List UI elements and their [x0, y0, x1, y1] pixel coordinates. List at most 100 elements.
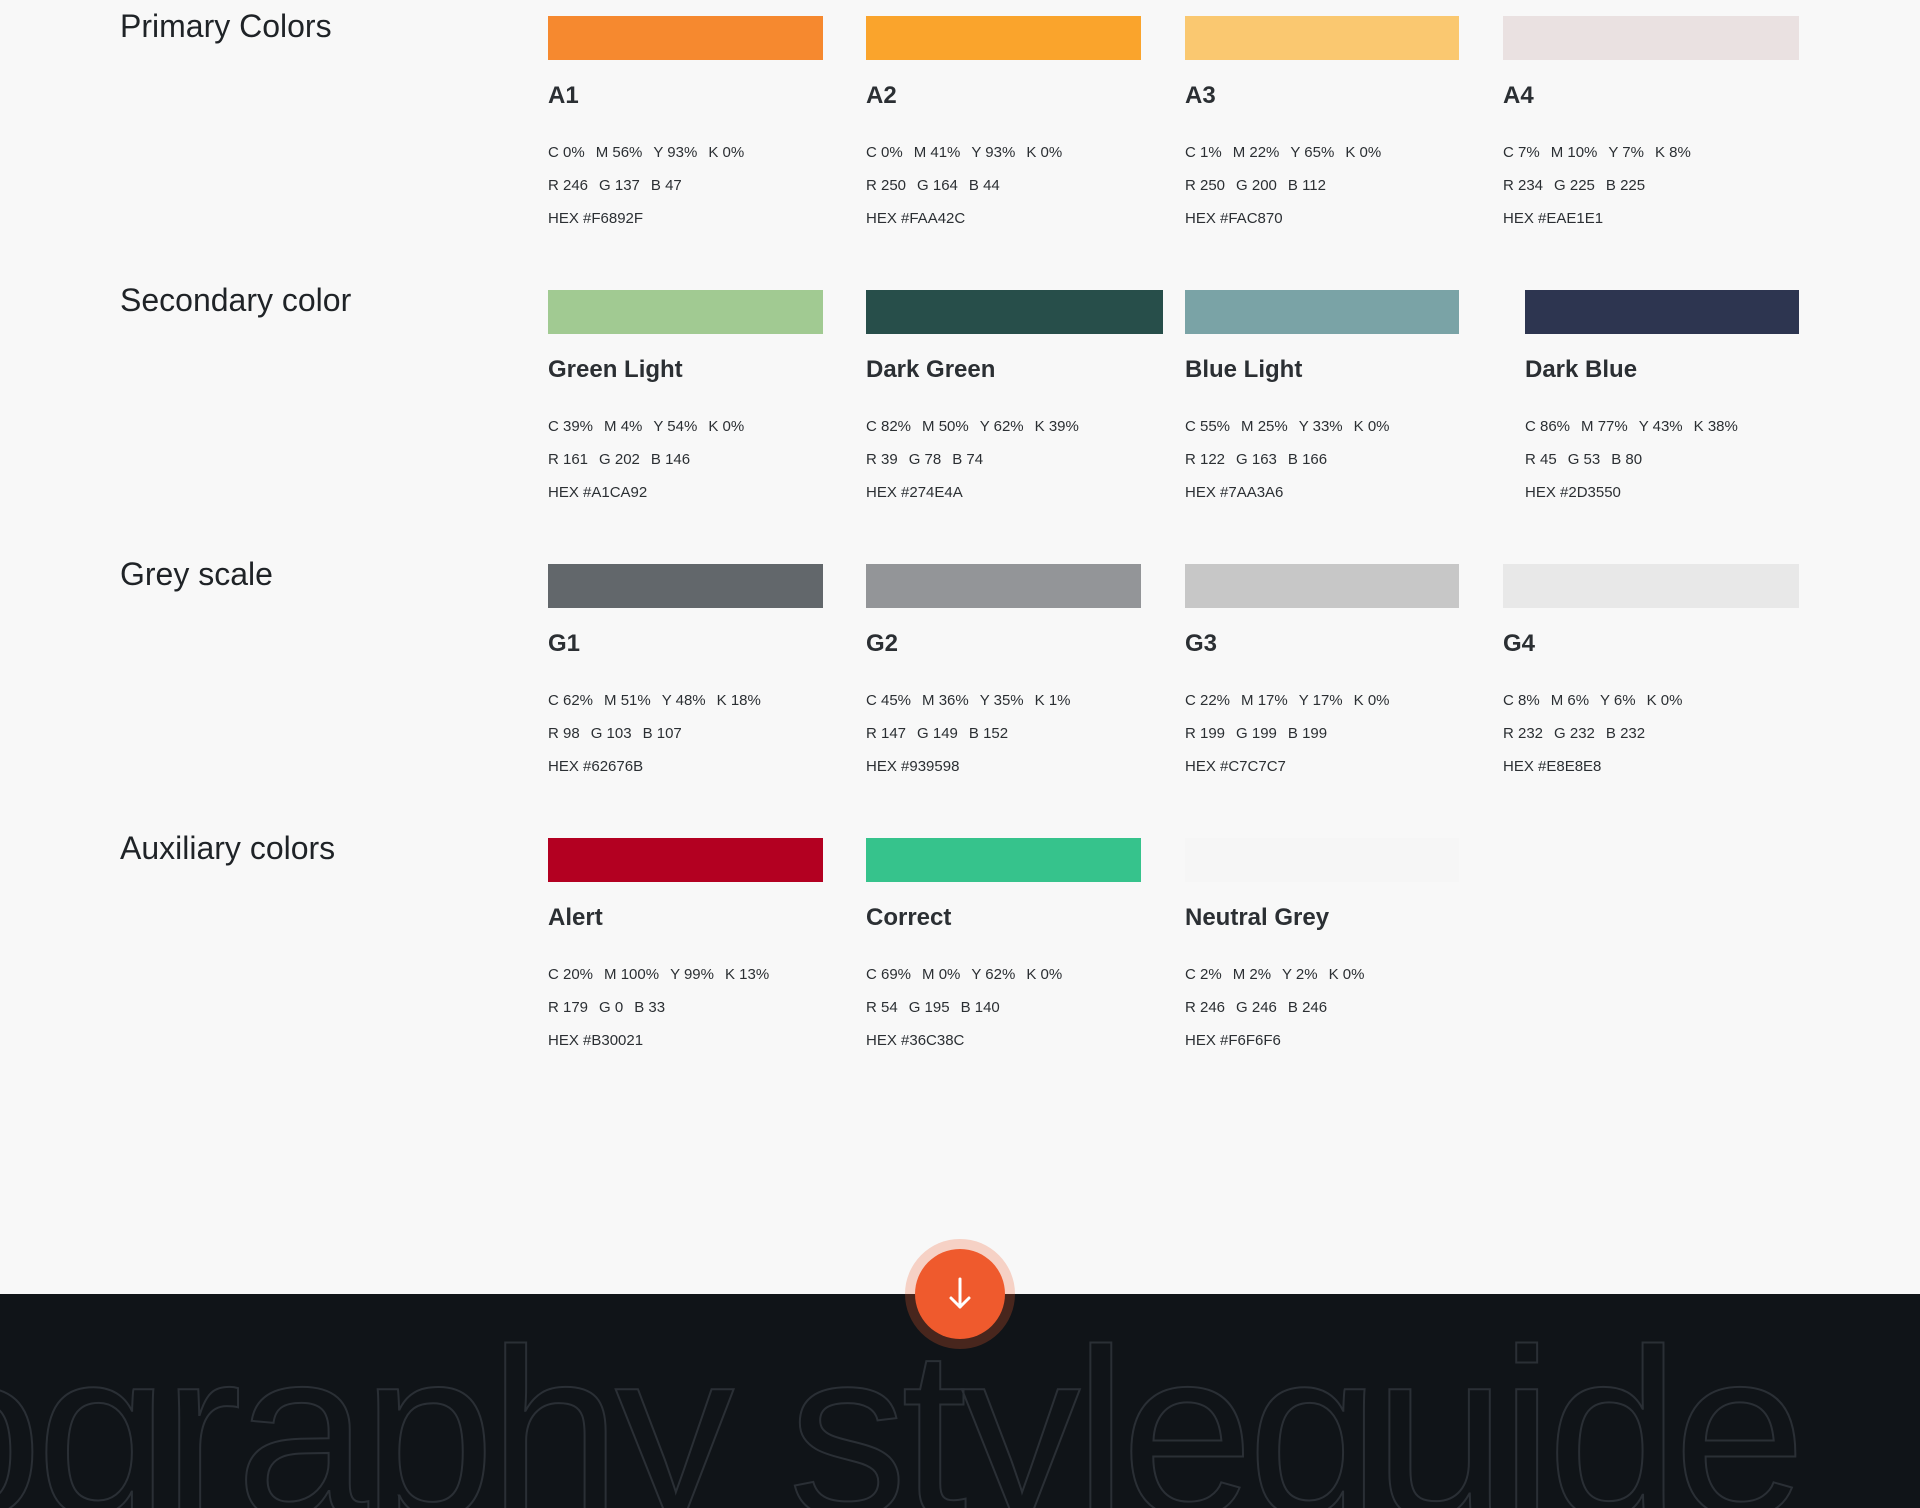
rgb-r: R 39	[866, 451, 898, 468]
rgb-b: B 107	[642, 725, 682, 742]
cmyk-y: Y 33%	[1298, 418, 1343, 435]
cmyk-y: Y 99%	[670, 966, 714, 983]
cmyk-k: K 0%	[1345, 144, 1382, 161]
scroll-down-button[interactable]	[915, 1249, 1005, 1339]
cmyk-c: C 7%	[1503, 144, 1540, 161]
cmyk-values: C 20% M 100% Y 99% K 13%	[548, 966, 780, 983]
palette-section: Primary Colors A1 C 0% M 56% Y 93% K 0% R 246 G…	[0, 0, 1920, 260]
rgb-r: R 45	[1525, 451, 1557, 468]
rgb-values: R 98 G 103 B 107	[548, 725, 693, 742]
rgb-g: G 53	[1567, 451, 1601, 468]
cmyk-values: C 82% M 50% Y 62% K 39%	[866, 418, 1090, 435]
color-swatch	[866, 290, 1163, 334]
hex-value: HEX #FAC870	[1185, 210, 1283, 227]
rgb-values: R 250 G 164 B 44	[866, 177, 1011, 194]
cmyk-k: K 18%	[716, 692, 761, 709]
cmyk-c: C 2%	[1185, 966, 1222, 983]
cmyk-values: C 69% M 0% Y 62% K 0%	[866, 966, 1073, 983]
color-swatch	[548, 16, 823, 60]
cmyk-m: M 41%	[913, 144, 961, 161]
rgb-r: R 147	[866, 725, 907, 742]
cmyk-m: M 77%	[1581, 418, 1628, 435]
color-swatch	[1525, 290, 1799, 334]
cmyk-c: C 45%	[866, 692, 912, 709]
color-card: Blue Light C 55% M 25% Y 33% K 0% R 122 G 163 B…	[1185, 290, 1459, 501]
swatch-name: Green Light	[548, 356, 683, 383]
rgb-values: R 39 G 78 B 74	[866, 451, 994, 468]
color-swatch	[1185, 16, 1459, 60]
cmyk-c: C 0%	[866, 144, 903, 161]
swatch-name: Alert	[548, 904, 603, 931]
color-swatch	[1185, 290, 1459, 334]
cmyk-m: M 51%	[604, 692, 651, 709]
rgb-b: B 112	[1287, 177, 1326, 194]
rgb-values: R 234 G 225 B 225	[1503, 177, 1656, 194]
rgb-values: R 161 G 202 B 146	[548, 451, 701, 468]
cmyk-values: C 0% M 56% Y 93% K 0%	[548, 144, 755, 161]
rgb-g: G 137	[599, 177, 640, 194]
hex-value: HEX #939598	[866, 758, 960, 775]
cmyk-values: C 1% M 22% Y 65% K 0%	[1185, 144, 1392, 161]
hex-value: HEX #F6F6F6	[1185, 1032, 1281, 1049]
cmyk-c: C 82%	[866, 418, 912, 435]
rgb-r: R 98	[548, 725, 580, 742]
rgb-values: R 45 G 53 B 80	[1525, 451, 1653, 468]
cmyk-y: Y 93%	[971, 144, 1016, 161]
color-card: A4 C 7% M 10% Y 7% K 8% R 234 G 225 B 225 HEX #E…	[1503, 16, 1799, 227]
cmyk-y: Y 62%	[971, 966, 1016, 983]
cmyk-k: K 0%	[708, 144, 745, 161]
swatch-name: A3	[1185, 82, 1216, 109]
rgb-g: G 163	[1236, 451, 1277, 468]
rgb-r: R 179	[548, 999, 589, 1016]
color-card: A1 C 0% M 56% Y 93% K 0% R 246 G 137 B 47 HEX #F…	[548, 16, 823, 227]
palette-section: Secondary color Green Light C 39% M 4% Y 54%…	[0, 274, 1920, 534]
cmyk-c: C 1%	[1185, 144, 1222, 161]
cmyk-y: Y 65%	[1290, 144, 1335, 161]
rgb-values: R 54 G 195 B 140	[866, 999, 1011, 1016]
rgb-g: G 164	[917, 177, 958, 194]
color-card: G2 C 45% M 36% Y 35% K 1% R 147 G 149 B 152 HEX …	[866, 564, 1141, 775]
cmyk-k: K 8%	[1654, 144, 1691, 161]
cmyk-values: C 22% M 17% Y 17% K 0%	[1185, 692, 1401, 709]
rgb-g: G 202	[599, 451, 640, 468]
rgb-b: B 47	[650, 177, 682, 194]
cmyk-m: M 36%	[922, 692, 969, 709]
cmyk-k: K 0%	[1328, 966, 1365, 983]
cmyk-c: C 20%	[548, 966, 594, 983]
cmyk-m: M 50%	[922, 418, 969, 435]
color-card: G1 C 62% M 51% Y 48% K 18% R 98 G 103 B 107 HEX …	[548, 564, 823, 775]
rgb-r: R 246	[1185, 999, 1226, 1016]
cmyk-y: Y 93%	[653, 144, 698, 161]
cmyk-values: C 62% M 51% Y 48% K 18%	[548, 692, 772, 709]
cmyk-m: M 10%	[1550, 144, 1598, 161]
hex-value: HEX #C7C7C7	[1185, 758, 1286, 775]
swatch-name: Dark Green	[866, 356, 996, 383]
footer-outline-text: ography styleguide	[0, 1330, 1807, 1508]
color-swatch	[866, 16, 1141, 60]
cmyk-m: M 6%	[1550, 692, 1590, 709]
rgb-r: R 234	[1503, 177, 1544, 194]
rgb-g: G 232	[1554, 725, 1595, 742]
rgb-b: B 74	[952, 451, 984, 468]
color-card: G4 C 8% M 6% Y 6% K 0% R 232 G 232 B 232 HEX #E8…	[1503, 564, 1799, 775]
cmyk-k: K 0%	[1353, 692, 1390, 709]
rgb-b: B 246	[1287, 999, 1328, 1016]
rgb-b: B 146	[650, 451, 691, 468]
rgb-r: R 250	[1185, 177, 1226, 194]
rgb-g: G 225	[1554, 177, 1595, 194]
color-swatch	[1185, 838, 1459, 882]
cmyk-y: Y 6%	[1600, 692, 1636, 709]
cmyk-values: C 8% M 6% Y 6% K 0%	[1503, 692, 1693, 709]
swatch-name: G1	[548, 630, 581, 657]
rgb-r: R 232	[1503, 725, 1544, 742]
color-card: A3 C 1% M 22% Y 65% K 0% R 250 G 200 B 112 HEX #…	[1185, 16, 1459, 227]
color-card: A2 C 0% M 41% Y 93% K 0% R 250 G 164 B 44 HEX #F…	[866, 16, 1141, 227]
rgb-r: R 122	[1185, 451, 1226, 468]
cmyk-k: K 1%	[1034, 692, 1071, 709]
section-title: Grey scale	[120, 556, 273, 592]
color-swatch	[548, 838, 823, 882]
cmyk-m: M 17%	[1241, 692, 1288, 709]
cmyk-k: K 0%	[1026, 144, 1063, 161]
rgb-g: G 200	[1236, 177, 1277, 194]
cmyk-m: M 4%	[604, 418, 643, 435]
